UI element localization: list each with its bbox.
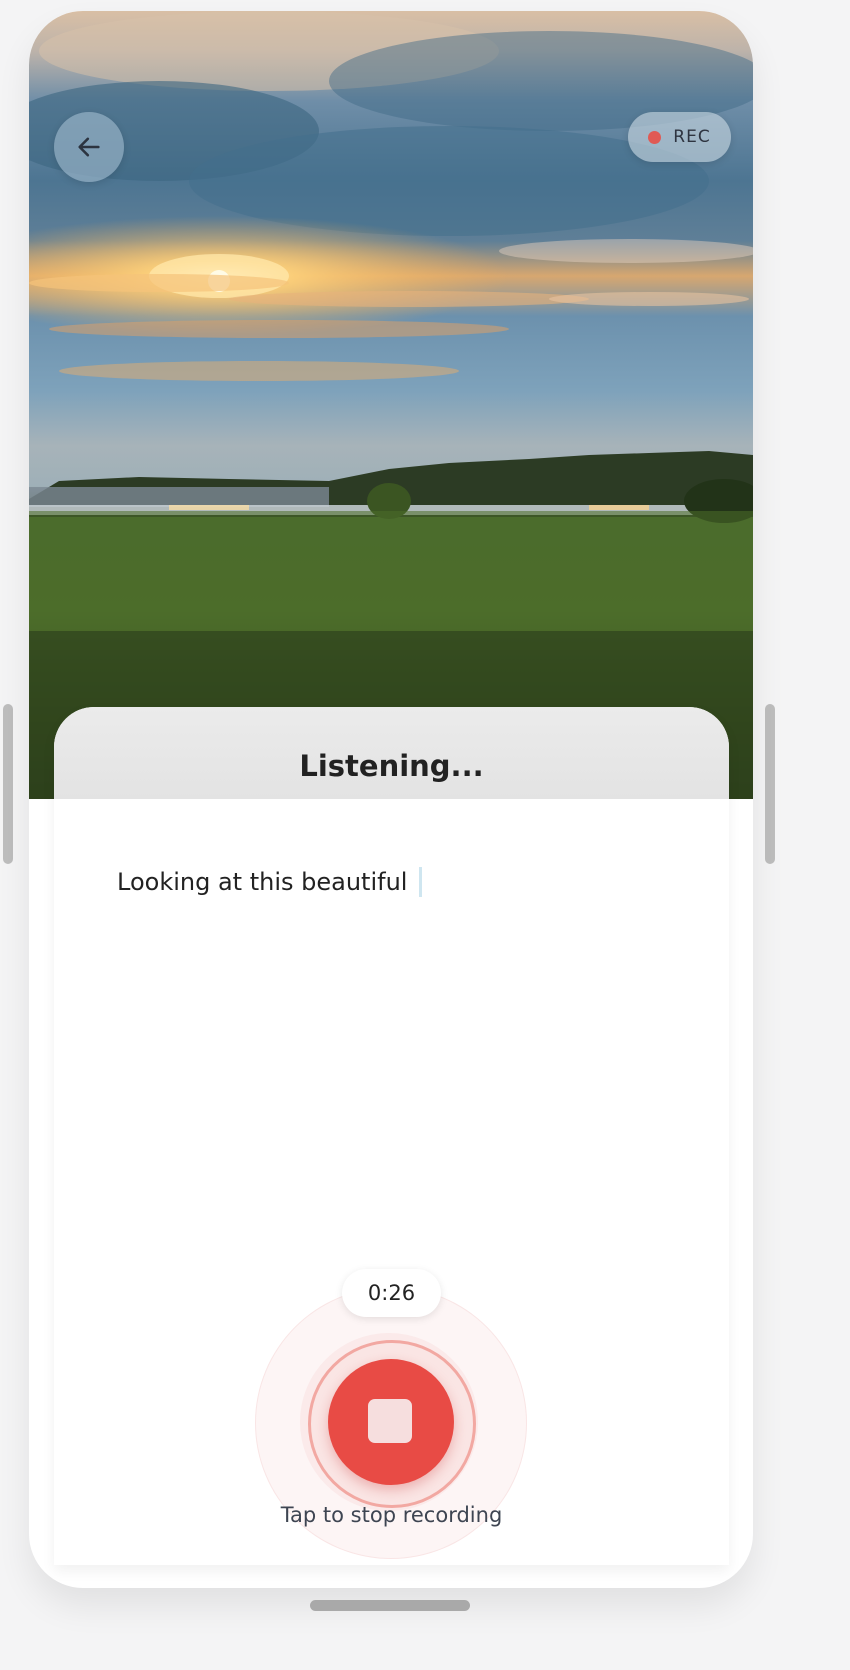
back-button[interactable] — [54, 112, 124, 182]
arrow-left-icon — [78, 137, 100, 157]
sheet-title: Listening... — [299, 749, 484, 783]
recording-indicator: REC — [628, 112, 731, 162]
side-button-right — [765, 704, 775, 864]
side-button-left — [3, 704, 13, 864]
transcript-sheet: Listening... Looking at this beautiful 0… — [54, 707, 729, 1565]
recording-dot-icon — [648, 130, 662, 144]
home-indicator[interactable] — [310, 1600, 470, 1611]
recording-timer: 0:26 — [342, 1269, 441, 1317]
transcript-area[interactable]: Looking at this beautiful — [117, 867, 423, 897]
transcript-text: Looking at this beautiful — [117, 868, 408, 896]
text-caret — [419, 867, 423, 897]
rec-label: REC — [673, 127, 711, 147]
stop-recording-hint: Tap to stop recording — [280, 1503, 503, 1527]
stop-recording-button[interactable] — [328, 1359, 454, 1485]
phone-frame: REC Listening... Looking at this beautif… — [29, 11, 753, 1588]
recorder-controls: 0:26 Tap to stop recording — [54, 1267, 729, 1565]
stop-icon — [368, 1399, 412, 1443]
